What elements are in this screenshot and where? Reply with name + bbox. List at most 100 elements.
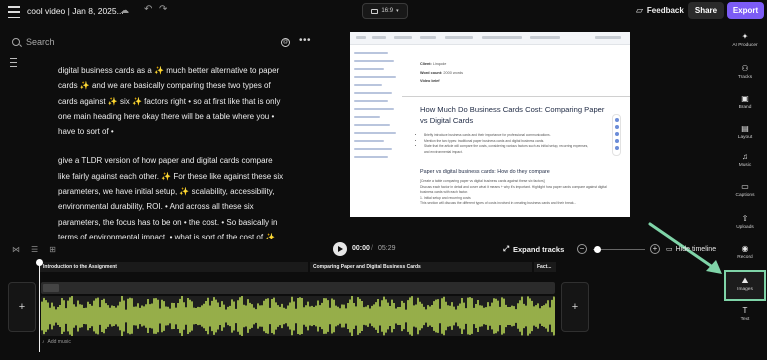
expand-tracks-button[interactable]: ⤢ Expand tracks [503,244,564,254]
sidebar-item-layout[interactable]: ▤ Layout [723,124,767,140]
list-view-icon[interactable]: ☰ [31,245,38,254]
upload-icon: ⇧ [741,214,749,223]
text-icon: T [742,306,748,315]
zoom-out-button[interactable]: − [577,244,587,254]
record-icon: ◉ [741,244,749,253]
script-paragraph[interactable]: give a TLDR version of how paper and dig… [58,153,286,239]
sidebar-item-label: Record [737,255,753,260]
audio-track[interactable] [41,296,555,336]
export-button[interactable]: Export [727,2,764,19]
tracks-icon: ⚇ [741,64,749,73]
feedback-icon: ▱ [636,5,643,15]
video-clip-thumb [43,284,59,292]
undo-icon[interactable]: ↶ [144,4,152,15]
sidebar-item-label: Uploads [736,225,754,230]
aspect-ratio-selector[interactable]: 16:9 ▾ [362,3,408,19]
add-music-button[interactable]: ♪ Add music [42,339,71,345]
cloud-sync-icon[interactable]: ☁ [120,5,129,16]
right-sidebar: ✦ AI Producer ⚇ Tracks ▣ Brand ▤ Layout … [723,26,767,326]
redo-icon[interactable]: ↷ [159,4,167,15]
hide-timeline-button[interactable]: ▭ Hide timeline [666,245,717,254]
doc-meta: Client: Linqode Word count: 2000 words V… [420,60,463,86]
doc-meta-value: Linqode [432,62,447,66]
sidebar-item-tracks[interactable]: ⚇ Tracks [723,64,767,80]
layout-icon: ▤ [741,124,749,133]
top-bar: cool video | Jan 8, 2025... ☁ ↶ ↷ 16:9 ▾… [0,0,767,24]
sparkle-icon: ✦ [741,32,749,41]
zoom-slider-handle[interactable] [594,246,601,253]
play-button[interactable] [333,242,347,256]
doc-body: [Create a table comparing paper vs digit… [420,179,610,207]
project-title[interactable]: cool video | Jan 8, 2025... [27,6,124,16]
script-paragraph[interactable]: digital business cards as a ✨ much bette… [58,63,286,139]
doc-bullet: State that the article will compare the … [424,144,594,155]
timeline-tools: ⋈ ☰ ⊞ [12,245,56,254]
sidebar-item-label: AI Producer [732,43,758,48]
sidebar-item-label: Music [738,163,752,168]
captions-icon: ▭ [741,182,749,191]
sidebar-item-label: Brand [738,105,752,110]
zoom-in-button[interactable]: + [650,244,660,254]
music-note-icon: ♪ [42,339,45,345]
aspect-ratio-label: 16:9 [381,8,394,14]
brand-icon: ▣ [741,94,749,103]
music-icon: ♫ [742,152,748,161]
doc-subheading: Paper vs digital business cards: How do … [420,169,550,175]
doc-meta-key: Video brief [420,79,440,83]
sidebar-item-uploads[interactable]: ⇧ Uploads [723,214,767,230]
split-icon[interactable]: ⋈ [12,245,20,254]
doc-body-line: This section will discuss the different … [420,201,577,206]
sidebar-item-record[interactable]: ◉ Record [723,244,767,260]
video-track[interactable] [41,282,555,294]
sidebar-item-label: Captions [735,193,755,198]
menu-icon[interactable] [8,6,20,18]
doc-bullets: Briefly introduce business cards and the… [424,133,594,155]
search-icon [12,38,20,46]
video-preview[interactable]: Client: Linqode Word count: 2000 words V… [350,32,630,217]
doc-meta-key: Word count: [420,70,443,75]
time-separator: / [371,245,373,252]
doc-side-toolbar [612,114,621,156]
share-button[interactable]: Share [688,2,724,19]
script-search[interactable]: Search [12,37,55,47]
sidebar-item-label: Text [740,317,750,322]
outline-icon[interactable] [10,58,17,67]
more-options-icon[interactable]: ••• [299,35,311,46]
feedback-button[interactable]: ▱ Feedback [636,5,684,16]
current-time: 00:00 [352,245,370,252]
hide-timeline-label: Hide timeline [675,245,717,253]
mention-icon[interactable]: @ [281,38,290,47]
playhead[interactable] [39,260,40,352]
doc-heading: How Much Do Business Cards Cost: Compari… [420,105,605,125]
add-clip-before-button[interactable]: + [8,282,36,332]
grid-view-icon[interactable]: ⊞ [49,245,56,254]
doc-meta-value: 2000 words [443,70,463,75]
script-editor[interactable]: digital business cards as a ✨ much bette… [58,63,286,239]
search-placeholder: Search [26,37,55,47]
sidebar-item-music[interactable]: ♫ Music [723,152,767,168]
chapter-marker[interactable]: Fact... [534,262,556,272]
expand-label: Expand tracks [513,244,565,254]
feedback-label: Feedback [646,6,684,15]
sidebar-item-ai-producer[interactable]: ✦ AI Producer [723,32,767,48]
playhead-handle[interactable] [36,259,43,266]
add-music-label: Add music [47,339,71,345]
sidebar-item-label: Tracks [737,75,753,80]
doc-body-line: Discuss each factor in detail and cover … [420,184,607,195]
audio-waveform [41,296,555,336]
sidebar-item-label: Images [737,287,753,292]
doc-outline [350,46,402,217]
chapter-ruler: Introduction to the Assignment Comparing… [40,262,556,272]
expand-icon: ⤢ [503,244,509,253]
chapter-marker[interactable]: Comparing Paper and Digital Business Car… [310,262,532,272]
doc-toolbar [350,32,630,45]
chapter-marker[interactable]: Introduction to the Assignment [40,262,308,272]
sidebar-item-brand[interactable]: ▣ Brand [723,94,767,110]
hide-timeline-icon: ▭ [666,246,673,253]
sidebar-item-text[interactable]: T Text [723,306,767,322]
add-clip-after-button[interactable]: + [561,282,589,332]
doc-meta-key: Client: [420,62,432,66]
sidebar-item-images[interactable]: ⛰ Images [724,270,766,301]
waveform-path [41,296,555,336]
sidebar-item-captions[interactable]: ▭ Captions [723,182,767,198]
